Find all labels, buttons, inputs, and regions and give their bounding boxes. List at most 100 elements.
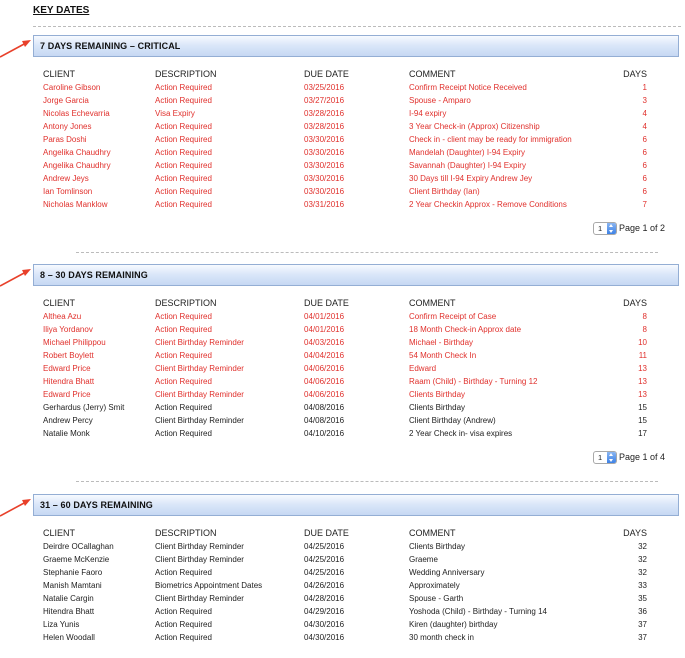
page-select[interactable]: 1	[592, 221, 617, 235]
cell-days: 4	[642, 109, 647, 118]
cell-description: Action Required	[155, 161, 212, 170]
cell-due-date: 04/25/2016	[304, 542, 345, 551]
cell-description: Client Birthday Reminder	[155, 364, 244, 373]
cell-client: Stephanie Faoro	[43, 568, 103, 577]
page-indicator: Page 1 of 2	[618, 223, 665, 233]
cell-description: Action Required	[155, 377, 212, 386]
cell-comment: 2 Year Check in- visa expires	[409, 429, 513, 438]
pager: 1 Page 1 of 4	[592, 450, 665, 464]
cell-client: Hitendra Bhatt	[43, 377, 95, 386]
cell-client: Deirdre OCallaghan	[43, 542, 114, 551]
table-row: Edward Price Client Birthday Reminder 04/0…	[33, 388, 679, 401]
cell-description: Action Required	[155, 83, 212, 92]
cell-description: Action Required	[155, 633, 212, 642]
section-critical: 7 DAYS REMAINING – CRITICAL CLIENT DESCR…	[33, 35, 679, 235]
table-row: Robert Boylett Action Required 04/04/2016 5…	[33, 349, 679, 362]
arrow-icon	[0, 499, 31, 517]
column-days: DAYS	[623, 298, 647, 308]
table-row: Angelika Chaudhry Action Required 03/30/20…	[33, 146, 679, 159]
pager: 1 Page 1 of 2	[592, 221, 665, 235]
cell-days: 6	[642, 148, 647, 157]
cell-description: Client Birthday Reminder	[155, 555, 244, 564]
cell-days: 17	[638, 429, 647, 438]
table-body: Deirdre OCallaghan Client Birthday Remind…	[33, 540, 679, 644]
cell-due-date: 04/04/2016	[304, 351, 345, 360]
table-row: Nicolas Echevarria Visa Expiry 03/28/2016 I…	[33, 107, 679, 120]
cell-client: Nicolas Echevarria	[43, 109, 110, 118]
section-header: 8 – 30 DAYS REMAINING	[33, 264, 679, 286]
page-select[interactable]: 1	[592, 450, 617, 464]
table-row: Hitendra Bhatt Action Required 04/06/2016 R…	[33, 375, 679, 388]
cell-description: Visa Expiry	[155, 109, 195, 118]
cell-client: Natalie Cargin	[43, 594, 94, 603]
page-title: KEY DATES	[33, 5, 90, 16]
cell-description: Client Birthday Reminder	[155, 390, 244, 399]
cell-comment: 3 Year Check-in (Approx) Citizenship	[409, 122, 540, 131]
cell-due-date: 04/28/2016	[304, 594, 345, 603]
cell-due-date: 04/06/2016	[304, 364, 345, 373]
cell-description: Action Required	[155, 122, 212, 131]
cell-description: Action Required	[155, 200, 212, 209]
page-select-value: 1	[597, 223, 603, 233]
cell-days: 6	[642, 174, 647, 183]
cell-due-date: 04/29/2016	[304, 607, 345, 616]
stepper-icon[interactable]	[606, 222, 616, 234]
table-row: Hitendra Bhatt Action Required 04/29/2016 Y…	[33, 605, 679, 618]
cell-client: Hitendra Bhatt	[43, 607, 95, 616]
cell-days: 6	[642, 161, 647, 170]
table-row: Graeme McKenzie Client Birthday Reminder 0…	[33, 553, 679, 566]
cell-due-date: 04/30/2016	[304, 620, 345, 629]
column-due-date: DUE DATE	[304, 69, 349, 79]
cell-client: Antony Jones	[43, 122, 92, 131]
cell-due-date: 03/28/2016	[304, 109, 345, 118]
table-body: Caroline Gibson Action Required 03/25/2016…	[33, 81, 679, 211]
cell-description: Action Required	[155, 135, 212, 144]
cell-comment: Mandelah (Daughter) I-94 Expiry	[409, 148, 526, 157]
cell-client: Edward Price	[43, 364, 91, 373]
cell-days: 15	[638, 416, 647, 425]
cell-comment: 18 Month Check-in Approx date	[409, 325, 522, 334]
cell-due-date: 04/01/2016	[304, 312, 345, 321]
cell-description: Action Required	[155, 607, 212, 616]
table-row: Paras Doshi Action Required 03/30/2016 Chec…	[33, 133, 679, 146]
cell-description: Action Required	[155, 148, 212, 157]
cell-comment: Clients Birthday	[409, 403, 466, 412]
cell-client: Michael Philippou	[43, 338, 106, 347]
cell-days: 32	[638, 568, 647, 577]
cell-comment: 2 Year Checkin Approx - Remove Condition…	[409, 200, 567, 209]
cell-due-date: 04/26/2016	[304, 581, 345, 590]
cell-description: Action Required	[155, 312, 212, 321]
cell-client: Ian Tomlinson	[43, 187, 93, 196]
cell-client: Caroline Gibson	[43, 83, 101, 92]
cell-due-date: 04/06/2016	[304, 377, 345, 386]
cell-comment: Michael - Birthday	[409, 338, 474, 347]
cell-description: Client Birthday Reminder	[155, 542, 244, 551]
cell-client: Angelika Chaudhry	[43, 161, 111, 170]
section-divider	[76, 252, 658, 253]
section-8-30-days: 8 – 30 DAYS REMAINING CLIENT DESCRIPTION…	[33, 264, 679, 464]
cell-client: Andrew Percy	[43, 416, 93, 425]
cell-days: 32	[638, 555, 647, 564]
cell-due-date: 04/25/2016	[304, 568, 345, 577]
cell-comment: Confirm Receipt Notice Received	[409, 83, 527, 92]
cell-description: Biometrics Appointment Dates	[155, 581, 263, 590]
top-divider	[33, 26, 681, 27]
cell-comment: I-94 expiry	[409, 109, 447, 118]
cell-comment: Kiren (daughter) birthday	[409, 620, 498, 629]
cell-comment: 30 month check in	[409, 633, 474, 642]
cell-days: 15	[638, 403, 647, 412]
cell-days: 13	[638, 390, 647, 399]
cell-client: Robert Boylett	[43, 351, 94, 360]
cell-comment: Spouse - Garth	[409, 594, 464, 603]
cell-comment: Yoshoda (Child) - Birthday - Turning 14	[409, 607, 547, 616]
cell-comment: Wedding Anniversary	[409, 568, 485, 577]
page-select-value: 1	[597, 452, 603, 462]
table-row: Manish Mamtani Biometrics Appointment Dat…	[33, 579, 679, 592]
cell-description: Action Required	[155, 429, 212, 438]
cell-comment: Edward	[409, 364, 437, 373]
cell-due-date: 03/30/2016	[304, 174, 345, 183]
cell-description: Client Birthday Reminder	[155, 416, 244, 425]
column-client: CLIENT	[43, 298, 76, 308]
stepper-icon[interactable]	[606, 451, 616, 463]
table-row: Stephanie Faoro Action Required 04/25/2016…	[33, 566, 679, 579]
